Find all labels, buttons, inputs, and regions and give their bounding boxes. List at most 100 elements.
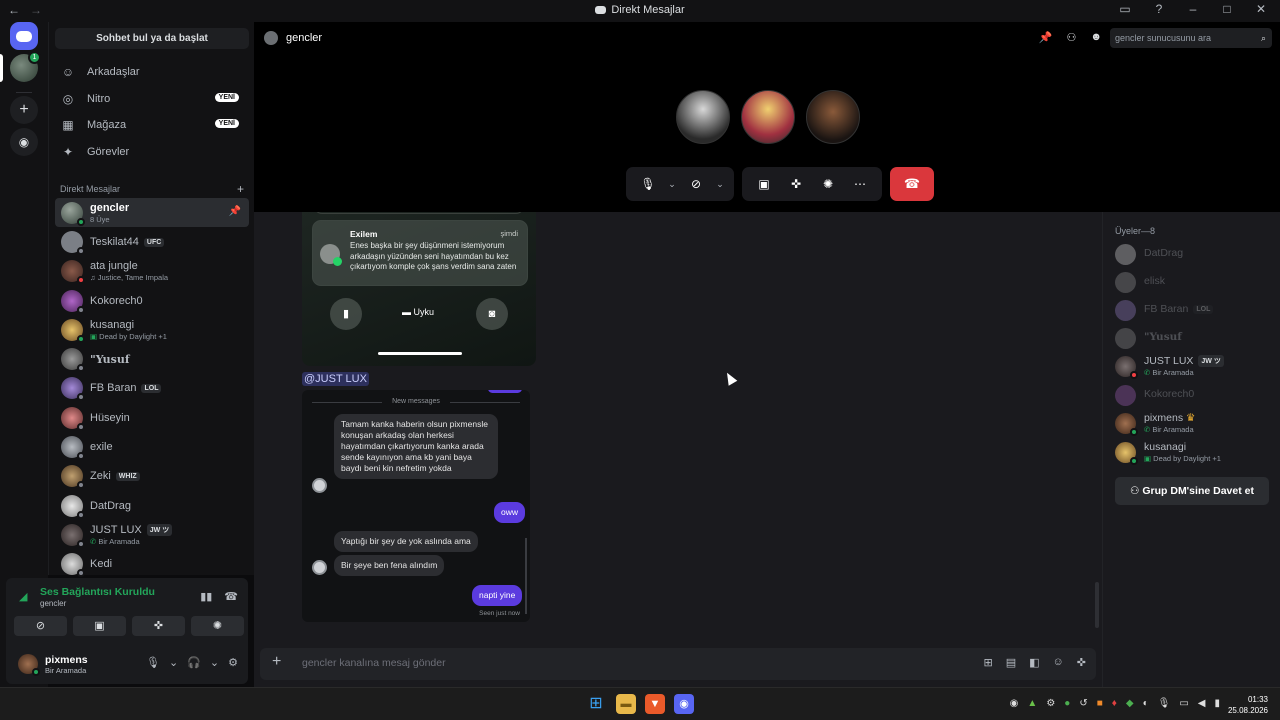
dm-item[interactable]: DatDrag <box>55 491 249 520</box>
image-attachment[interactable]: New messages Tamam kanka haberin olsun p… <box>302 390 530 622</box>
member-item[interactable]: FB Baran LOL <box>1115 298 1275 324</box>
server-avatar[interactable]: 1 <box>10 51 41 82</box>
add-friends-icon[interactable]: ⚇ <box>1067 31 1077 44</box>
activities-button[interactable]: ✜ <box>132 616 185 636</box>
chevron-down-icon[interactable]: ⌄ <box>210 656 219 669</box>
nav-nitro[interactable]: ◎ Nitro YENİ <box>55 87 249 111</box>
tray-app-icon[interactable]: ⚙ <box>1046 698 1055 709</box>
dm-item[interactable]: FB Baran LOL <box>55 374 249 403</box>
participant-avatar[interactable] <box>741 90 795 144</box>
network-icon[interactable]: ▭ <box>1179 698 1188 709</box>
taskbar-clock[interactable]: 01:33 25.08.2026 <box>1228 694 1268 716</box>
nav-quests[interactable]: ✦ Görevler <box>55 140 249 164</box>
screen-share-icon[interactable]: ▣ <box>748 177 780 191</box>
attach-plus-icon[interactable]: + <box>272 653 281 671</box>
dm-item[interactable]: kusanagi ▣ Dead by Daylight +1 <box>55 315 249 344</box>
status-indicator <box>77 539 85 548</box>
brave-browser-icon[interactable]: ▼ <box>645 694 665 714</box>
server-search-input[interactable]: gencler sunucusunu ara ⌕ <box>1110 28 1272 48</box>
more-options-icon[interactable]: ⋯ <box>844 177 876 191</box>
dm-item[interactable]: Kokorech0 <box>55 286 249 315</box>
soundboard-icon[interactable]: ✺ <box>812 177 844 191</box>
tray-app-icon[interactable]: ▲ <box>1027 698 1037 709</box>
apps-icon[interactable]: ✜ <box>1077 656 1086 669</box>
screen-share-button[interactable]: ▣ <box>73 616 126 636</box>
member-item[interactable]: pixmens ♛ ✆ Bir Aramada <box>1115 411 1275 437</box>
invite-to-group-button[interactable]: ⚇ Grup DM'sine Davet et <box>1115 477 1269 505</box>
start-menu-icon[interactable]: ⊞ <box>586 694 606 714</box>
user-mention[interactable]: @JUST LUX <box>302 372 369 386</box>
home-button[interactable] <box>10 22 38 50</box>
file-explorer-icon[interactable]: ▬ <box>616 694 636 714</box>
dm-item-gencler[interactable]: gencler 8 Üye 📌 <box>55 198 249 228</box>
participant-avatar[interactable] <box>676 90 730 144</box>
minimize-button[interactable]: – <box>1182 2 1204 16</box>
seen-indicator: Seen just now <box>479 610 520 617</box>
tray-app-icon[interactable]: ♦ <box>1112 698 1117 709</box>
member-item[interactable]: DatDrag <box>1115 242 1275 268</box>
discord-app-icon[interactable]: ◉ <box>674 694 694 714</box>
member-item[interactable]: JUST LUX JW ツ ✆ Bir Aramada <box>1115 354 1275 380</box>
create-dm-plus-icon[interactable]: + <box>237 182 244 196</box>
member-item[interactable]: "Yusuf <box>1115 326 1275 352</box>
member-item[interactable]: Kokorech0 <box>1115 383 1275 409</box>
scrollbar[interactable] <box>1095 582 1099 628</box>
dm-item[interactable]: "Yusuf <box>55 344 249 373</box>
dm-item[interactable]: JUST LUX JW ツ ✆ Bir Aramada <box>55 520 249 549</box>
chevron-down-icon[interactable]: ⌄ <box>169 656 178 669</box>
dm-item[interactable]: Zeki WHIZ <box>55 462 249 491</box>
member-item[interactable]: elisk <box>1115 270 1275 296</box>
tray-app-icon[interactable]: ■ <box>1097 698 1103 709</box>
help-icon[interactable]: ? <box>1148 2 1170 16</box>
tray-app-icon[interactable]: ● <box>1064 698 1070 709</box>
soundboard-button[interactable]: ✺ <box>191 616 244 636</box>
dm-item[interactable]: Teskilat44 UFC <box>55 227 249 256</box>
battery-icon[interactable]: ▮ <box>1214 698 1220 709</box>
pin-icon[interactable]: 📌 <box>229 206 241 217</box>
camera-off-icon[interactable]: ⊘ <box>680 177 712 191</box>
gift-icon[interactable]: ⊞ <box>984 656 993 669</box>
image-attachment[interactable]: Exilem şimdi Enes başka bir şey düşünmen… <box>302 212 536 366</box>
add-server-button[interactable]: + <box>10 96 38 124</box>
message-input[interactable]: gencler kanalına mesaj gönder <box>302 657 446 669</box>
find-conversation-button[interactable]: Sohbet bul ya da başlat <box>55 28 249 49</box>
dm-item[interactable]: Hüseyin <box>55 403 249 432</box>
chevron-down-icon[interactable]: ⌄ <box>664 179 680 190</box>
dm-item[interactable]: Kedi <box>55 550 249 579</box>
hang-up-button[interactable]: ☎ <box>890 167 934 201</box>
chevron-down-icon[interactable]: ⌄ <box>712 179 728 190</box>
volume-icon[interactable]: ◀ <box>1198 698 1206 709</box>
inbox-icon[interactable]: ▭ <box>1114 2 1136 16</box>
microphone-icon[interactable]: 🎙 <box>1158 698 1171 709</box>
tray-app-icon[interactable]: ◉ <box>1010 698 1019 709</box>
message-composer[interactable]: + gencler kanalına mesaj gönder ⊞ ▤ ◧ ☺ … <box>260 648 1096 680</box>
headphones-icon[interactable]: 🎧 <box>187 656 201 669</box>
microphone-icon[interactable]: 🎙 <box>632 177 664 191</box>
voice-connection-panel: ◢ Ses Bağlantısı Kuruldu gencler ▮▮ ☎ ⊘ … <box>6 578 248 684</box>
sticker-icon[interactable]: ◧ <box>1029 656 1039 669</box>
user-panel[interactable]: pixmens Bir Aramada 🎙 ⌄ 🎧 ⌄ ⚙ <box>12 650 242 680</box>
noise-suppression-icon[interactable]: ▮▮ <box>200 590 212 603</box>
nav-shop[interactable]: ▦ Mağaza YENİ <box>55 113 249 137</box>
dm-item[interactable]: ata jungle ♫ Justice, Tame Impala <box>55 257 249 286</box>
nav-friends[interactable]: ☺ Arkadaşlar <box>55 60 249 84</box>
settings-gear-icon[interactable]: ⚙ <box>228 656 238 669</box>
status-indicator <box>1130 371 1138 379</box>
discover-button[interactable]: ◉ <box>10 128 38 156</box>
camera-off-button[interactable]: ⊘ <box>14 616 67 636</box>
participant-avatar[interactable] <box>806 90 860 144</box>
activities-icon[interactable]: ✜ <box>780 177 812 191</box>
gif-icon[interactable]: ▤ <box>1006 656 1016 669</box>
member-item[interactable]: kusanagi ▣ Dead by Daylight +1 <box>1115 440 1275 466</box>
disconnect-icon[interactable]: ☎ <box>224 590 238 603</box>
tray-app-icon[interactable]: ◐ <box>1143 698 1149 709</box>
emoji-icon[interactable]: ☺ <box>1053 656 1064 669</box>
member-list-icon[interactable]: ☻ <box>1090 31 1102 44</box>
close-button[interactable]: ✕ <box>1250 2 1272 16</box>
maximize-button[interactable]: □ <box>1216 2 1238 16</box>
dm-item[interactable]: exile <box>55 432 249 461</box>
tray-app-icon[interactable]: ↺ <box>1079 698 1087 709</box>
pin-icon[interactable]: 📌 <box>1039 31 1053 44</box>
tray-app-icon[interactable]: ◆ <box>1126 698 1134 709</box>
microphone-icon[interactable]: 🎙 <box>146 656 160 669</box>
